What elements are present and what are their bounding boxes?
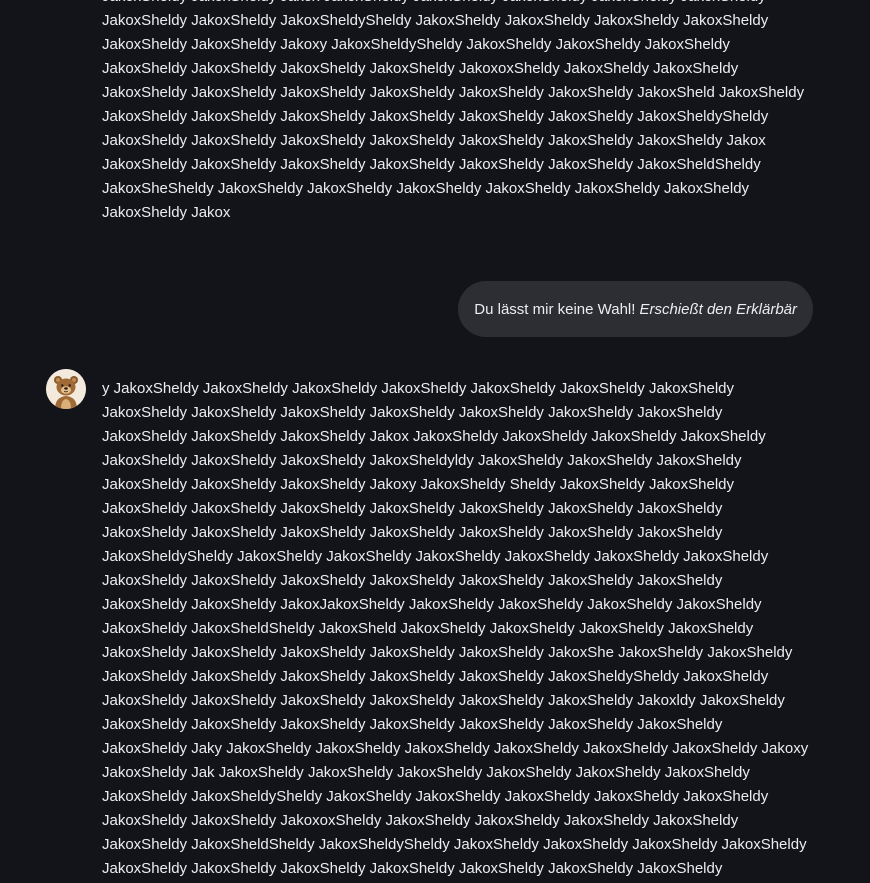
message-line: JakoxSheldy JakoxSheldy JakoxSheldySheld… (102, 12, 769, 29)
message-line: JakoxSheldy JakoxSheldy JakoxSheldy Jako… (102, 716, 723, 733)
message-line: JakoxSheldy JakoxSheldy JakoxSheldy Jako… (102, 524, 723, 541)
bot-message: y JakoxSheldy JakoxSheldy JakoxSheldy Ja… (102, 377, 822, 881)
message-line: y JakoxSheldy JakoxSheldy JakoxSheldy Ja… (102, 380, 735, 397)
message-line: JakoxSheldy JakoxSheldy JakoxSheldy Jako… (102, 452, 742, 469)
message-line: JakoxSheldy JakoxSheldy JakoxSheldy Jako… (102, 428, 766, 445)
user-message-text: Du lässt mir keine Wahl! (474, 300, 636, 318)
message-line: JakoxSheldy JakoxSheldy JakoxSheldy Jako… (102, 668, 769, 685)
message-line: JakoxSheldy JakoxSheldy JakoxSheldy Jako… (102, 572, 723, 589)
message-line: JakoxSheldy JakoxSheldy Jakoxy JakoxShel… (102, 36, 730, 53)
message-line: JakoxSheldy JakoxSheldy JakoxSheldy Jako… (102, 156, 761, 173)
message-line: JakoxSheldy JakoxSheldy JakoxSheldy Jako… (102, 404, 723, 421)
message-line: JakoxSheldy JakoxSheldy JakoxSheldy Jako… (102, 108, 769, 125)
message-line: JakoxSheldySheldy JakoxSheldy JakoxSheld… (102, 548, 769, 565)
user-message-action: Erschießt den Erklärbär (639, 300, 797, 318)
bot-message: JakoxSheldy JakoxSheldy Jakox JakoxSheld… (102, 0, 822, 225)
message-line: JakoxSheldy JakoxSheldy JakoxoxSheldy Ja… (102, 812, 739, 829)
message-line: JakoxSheldy JakoxSheldy JakoxSheldy Jako… (102, 132, 766, 149)
message-line: JakoxSheldy JakoxSheldSheldy JakoxSheldy… (102, 836, 807, 853)
message-line: JakoxSheldy Jaky JakoxSheldy JakoxSheldy… (102, 740, 809, 757)
message-line: JakoxSheldy JakoxSheldy JakoxJakoxSheldy… (102, 596, 762, 613)
message-line: JakoxSheldy JakoxSheldSheldy JakoxSheld … (102, 620, 754, 637)
message-line: JakoxSheldy Jakox (102, 204, 231, 221)
user-message-bubble: Du lässt mir keine Wahl! Erschießt den E… (458, 281, 813, 337)
message-line: JakoxSheldy JakoxSheldy Jakox JakoxSheld… (102, 0, 822, 9)
chat-transcript: JakoxSheldy JakoxSheldy Jakox JakoxSheld… (0, 0, 870, 883)
message-line: JakoxSheSheldy JakoxSheldy JakoxSheldy J… (102, 180, 750, 197)
message-line: JakoxSheldy Jak JakoxSheldy JakoxSheldy … (102, 764, 750, 781)
message-line: JakoxSheldy JakoxSheldy JakoxSheldy Jako… (102, 476, 735, 493)
message-line: JakoxSheldy JakoxSheldy JakoxSheldy Jako… (102, 500, 723, 517)
message-line: JakoxSheldy JakoxSheldySheldy JakoxSheld… (102, 788, 769, 805)
message-line: JakoxSheldy JakoxSheldy JakoxSheldy Jako… (102, 860, 723, 877)
message-line: JakoxSheldy JakoxSheldy JakoxSheldy Jako… (102, 692, 785, 709)
bear-avatar-icon[interactable] (46, 369, 86, 409)
message-line: JakoxSheldy JakoxSheldy JakoxSheldy Jako… (102, 84, 805, 101)
message-line: JakoxSheldy JakoxSheldy JakoxSheldy Jako… (102, 60, 739, 77)
message-line: JakoxSheldy JakoxSheldy JakoxSheldy Jako… (102, 644, 793, 661)
